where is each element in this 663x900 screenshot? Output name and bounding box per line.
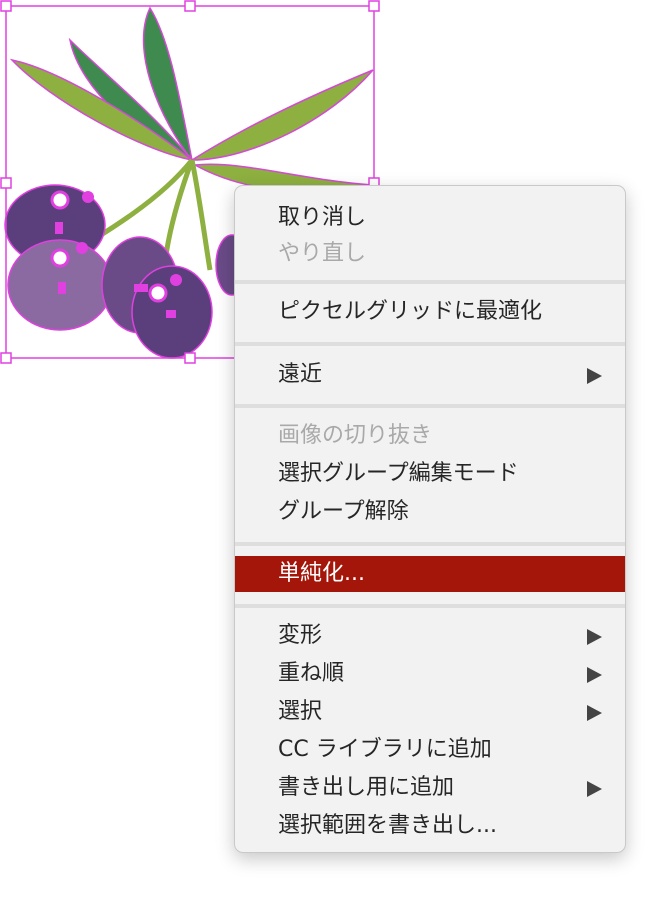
resize-handle (368, 0, 380, 12)
resize-handle (0, 352, 12, 364)
submenu-arrow-icon (587, 781, 602, 797)
anchor-point (134, 284, 148, 292)
menu-item-crop-image: 画像の切り抜き (235, 418, 625, 454)
anchor-point (50, 248, 70, 268)
menu-item-label: 遠近 (278, 362, 323, 387)
anchor-point (50, 190, 70, 210)
menu-item-label: CC ライブラリに追加 (278, 737, 492, 762)
menu-item-select[interactable]: 選択 (235, 694, 625, 730)
menu-item-align-pixel-grid[interactable]: ピクセルグリッドに最適化 (235, 294, 625, 330)
menu-item-label: 選択 (278, 699, 323, 724)
menu-item-label: 単純化... (278, 561, 365, 586)
anchor-point (55, 222, 63, 234)
resize-handle (184, 0, 196, 12)
menu-item-collect-for-export[interactable]: 書き出し用に追加 (235, 770, 625, 806)
menu-item-label: 変形 (278, 623, 323, 648)
resize-handle (184, 352, 196, 364)
leaf (189, 69, 374, 161)
resize-handle (0, 177, 12, 189)
menu-item-perspective[interactable]: 遠近 (235, 357, 625, 393)
menu-item-export-selection[interactable]: 選択範囲を書き出し... (235, 808, 625, 844)
menu-item-ungroup[interactable]: グループ解除 (235, 494, 625, 530)
submenu-arrow-icon (587, 629, 602, 645)
menu-separator (235, 342, 625, 346)
menu-item-label: 画像の切り抜き (278, 423, 433, 448)
anchor-point (82, 191, 94, 203)
menu-item-label: 選択グループ編集モード (278, 461, 519, 486)
menu-item-isolate-group[interactable]: 選択グループ編集モード (235, 456, 625, 492)
menu-item-label: 選択範囲を書き出し... (278, 813, 497, 838)
submenu-arrow-icon (587, 368, 602, 384)
olive-group (4, 184, 249, 359)
menu-item-redo: やり直し (235, 236, 625, 272)
submenu-arrow-icon (587, 667, 602, 683)
menu-item-arrange[interactable]: 重ね順 (235, 656, 625, 692)
menu-separator (235, 542, 625, 546)
menu-item-transform[interactable]: 変形 (235, 618, 625, 654)
anchor-point (148, 283, 168, 303)
anchor-point (170, 274, 182, 286)
anchor-point (58, 282, 66, 294)
menu-separator (235, 604, 625, 608)
submenu-arrow-icon (587, 705, 602, 721)
menu-item-simplify[interactable]: 単純化... (235, 556, 625, 592)
anchor-point (166, 310, 176, 318)
menu-item-label: 書き出し用に追加 (278, 775, 455, 800)
menu-item-label: グループ解除 (278, 499, 409, 524)
menu-item-label: 取り消し (278, 205, 367, 230)
menu-item-label: 重ね順 (278, 661, 345, 686)
anchor-point (76, 242, 88, 254)
resize-handle (0, 0, 12, 12)
menu-separator (235, 280, 625, 284)
menu-item-undo[interactable]: 取り消し (235, 200, 625, 236)
menu-item-label: やり直し (278, 241, 367, 266)
menu-item-label: ピクセルグリッドに最適化 (278, 299, 543, 324)
menu-separator (235, 404, 625, 408)
context-menu: 取り消し やり直し ピクセルグリッドに最適化 遠近 画像の切り抜き 選択グループ… (234, 185, 626, 853)
menu-item-add-to-cc-library[interactable]: CC ライブラリに追加 (235, 732, 625, 768)
